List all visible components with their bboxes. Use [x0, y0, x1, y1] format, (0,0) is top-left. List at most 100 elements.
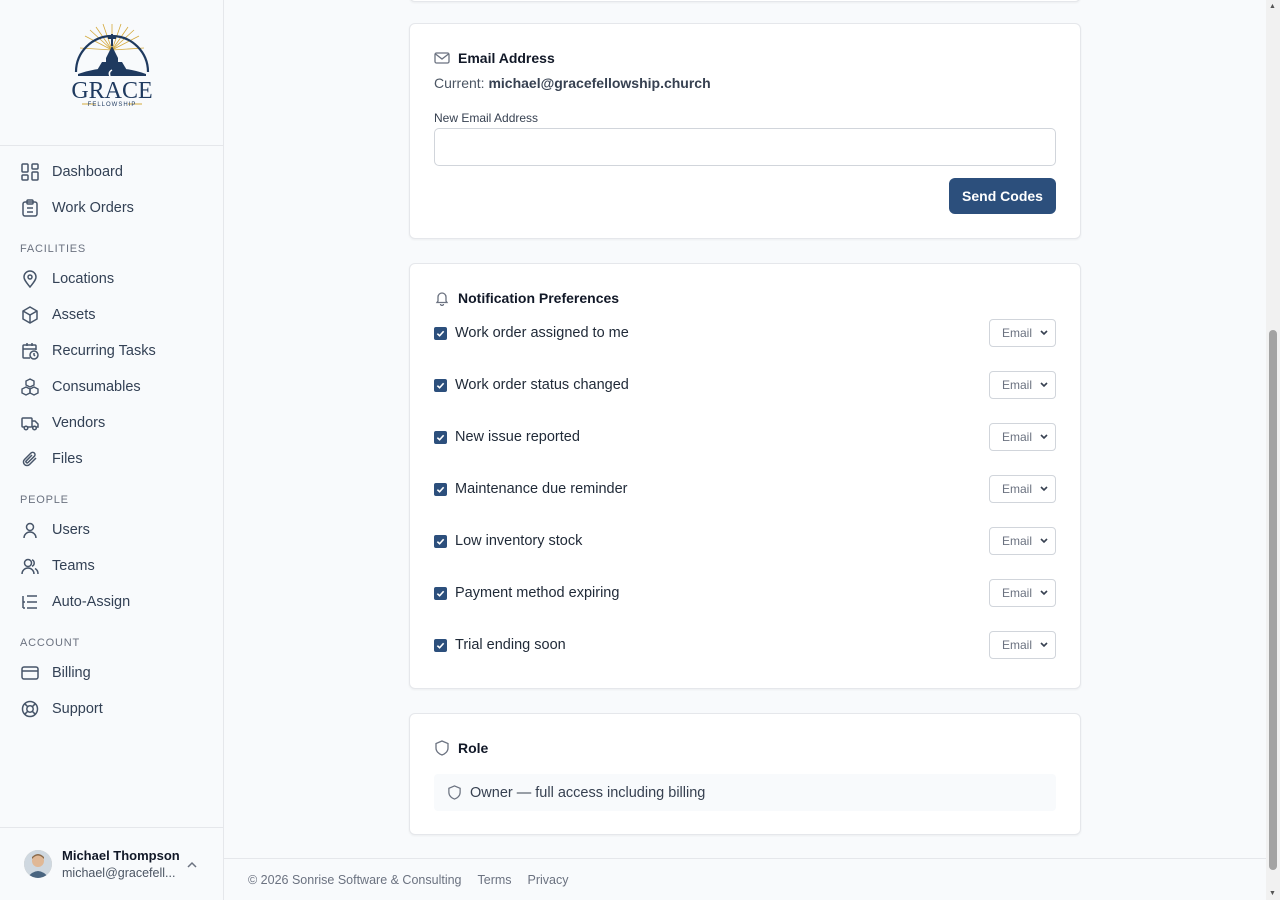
sidebar-item-work-orders[interactable]: Work Orders [0, 190, 223, 226]
email-card-title-text: Email Address [458, 50, 555, 66]
channel-select[interactable]: Email [989, 475, 1056, 503]
sidebar-item-label: Consumables [52, 379, 141, 395]
sidebar-item-users[interactable]: Users [0, 512, 223, 548]
sidebar-item-label: Locations [52, 271, 115, 287]
checkbox[interactable] [434, 638, 447, 652]
svg-text:FELLOWSHIP: FELLOWSHIP [87, 102, 136, 108]
user-name: Michael Thompson [62, 848, 180, 863]
notification-label: Maintenance due reminder [455, 481, 628, 497]
channel-select[interactable]: Email [989, 579, 1056, 607]
bell-icon [434, 290, 450, 306]
calendar-clock-icon [20, 341, 40, 361]
current-email-value: michael@gracefellowship.church [488, 75, 711, 91]
users-icon [20, 556, 40, 576]
channel-select-value: Email [1002, 482, 1033, 496]
notification-row: Low inventory stock Email [434, 527, 1056, 555]
channel-select-value: Email [1002, 586, 1033, 600]
section-people: PEOPLE [20, 494, 69, 506]
notification-label: New issue reported [455, 429, 580, 445]
channel-select-value: Email [1002, 430, 1033, 444]
sidebar-item-label: Recurring Tasks [52, 343, 156, 359]
sidebar-item-label: Users [52, 522, 90, 538]
channel-select[interactable]: Email [989, 631, 1056, 659]
channel-select-value: Email [1002, 534, 1033, 548]
chevron-up-icon[interactable] [187, 858, 197, 872]
checkbox[interactable] [434, 586, 447, 600]
current-email: Current: michael@gracefellowship.church [434, 75, 711, 91]
notification-label: Low inventory stock [455, 533, 583, 549]
notification-row: Trial ending soon Email [434, 631, 1056, 659]
logo[interactable]: GRACE FELLOWSHIP [0, 0, 223, 146]
channel-select[interactable]: Email [989, 527, 1056, 555]
notification-row: Work order status changed Email [434, 371, 1056, 399]
church-logo-icon: GRACE FELLOWSHIP [71, 23, 152, 108]
scrollbar-thumb[interactable] [1269, 330, 1277, 870]
role-card-title: Role [434, 740, 488, 756]
sidebar-item-label: Teams [52, 558, 95, 574]
channel-select[interactable]: Email [989, 423, 1056, 451]
channel-select[interactable]: Email [989, 371, 1056, 399]
role-card-title-text: Role [458, 740, 489, 756]
user-email: michael@gracefell... [62, 866, 176, 880]
map-pin-icon [20, 269, 40, 289]
checkbox[interactable] [434, 378, 447, 392]
main-nav: Dashboard Work Orders FACILITIES Locatio… [0, 146, 223, 727]
channel-select-value: Email [1002, 326, 1033, 340]
sidebar-item-recurring-tasks[interactable]: Recurring Tasks [0, 333, 223, 369]
footer: © 2026 Sonrise Software & Consulting Ter… [224, 858, 1266, 900]
checkbox[interactable] [434, 482, 447, 496]
copyright-text: © 2026 Sonrise Software & Consulting [248, 872, 462, 887]
send-codes-button[interactable]: Send Codes [949, 178, 1056, 214]
checkbox[interactable] [434, 326, 447, 340]
boxes-icon [20, 377, 40, 397]
mail-icon [434, 50, 450, 66]
sidebar-item-support[interactable]: Support [0, 691, 223, 727]
sidebar-item-label: Files [52, 451, 83, 467]
notification-row: Work order assigned to me Email [434, 319, 1056, 347]
scrollbar[interactable]: ▲ ▼ [1266, 0, 1280, 900]
checkbox[interactable] [434, 534, 447, 548]
clipboard-icon [20, 198, 40, 218]
notification-row: Payment method expiring Email [434, 579, 1056, 607]
checkbox[interactable] [434, 430, 447, 444]
chevron-down-icon [1039, 326, 1049, 343]
user-menu[interactable]: Michael Thompson michael@gracefell... [0, 827, 223, 900]
channel-select-value: Email [1002, 378, 1033, 392]
sidebar-item-assets[interactable]: Assets [0, 297, 223, 333]
email-card-title: Email Address [434, 50, 555, 66]
sidebar-item-locations[interactable]: Locations [0, 261, 223, 297]
sidebar-item-label: Billing [52, 665, 91, 681]
chevron-down-icon [1039, 430, 1049, 447]
sidebar-item-label: Support [52, 701, 103, 717]
notification-label: Work order status changed [455, 377, 629, 393]
sidebar-item-auto-assign[interactable]: Auto-Assign [0, 584, 223, 620]
notification-row: New issue reported Email [434, 423, 1056, 451]
sidebar-item-dashboard[interactable]: Dashboard [0, 154, 223, 190]
sidebar-item-consumables[interactable]: Consumables [0, 369, 223, 405]
sidebar-item-vendors[interactable]: Vendors [0, 405, 223, 441]
sidebar-item-files[interactable]: Files [0, 441, 223, 477]
channel-select[interactable]: Email [989, 319, 1056, 347]
new-email-input[interactable] [434, 128, 1056, 166]
privacy-link[interactable]: Privacy [528, 873, 569, 887]
role-value: Owner — full access including billing [470, 784, 706, 801]
notification-card-title-text: Notification Preferences [458, 290, 620, 306]
section-account: ACCOUNT [20, 637, 80, 649]
terms-link[interactable]: Terms [478, 873, 512, 887]
box-icon [20, 305, 40, 325]
chevron-down-icon [1039, 482, 1049, 499]
dashboard-icon [20, 162, 40, 182]
sidebar-item-teams[interactable]: Teams [0, 548, 223, 584]
main-content: Email Address Current: michael@gracefell… [224, 0, 1266, 900]
notification-preferences-card: Notification Preferences Work order assi… [409, 263, 1081, 689]
sidebar-item-billing[interactable]: Billing [0, 655, 223, 691]
truck-icon [20, 413, 40, 433]
shield-icon [447, 785, 462, 800]
sidebar-item-label: Dashboard [52, 164, 123, 180]
sidebar-item-label: Vendors [52, 415, 106, 431]
notification-label: Payment method expiring [455, 585, 620, 601]
scroll-up-icon[interactable]: ▲ [1269, 3, 1276, 10]
scroll-down-icon[interactable]: ▼ [1269, 890, 1276, 897]
sidebar: GRACE FELLOWSHIP Dashboard Work Orders F… [0, 0, 224, 900]
svg-text:GRACE: GRACE [71, 78, 152, 104]
